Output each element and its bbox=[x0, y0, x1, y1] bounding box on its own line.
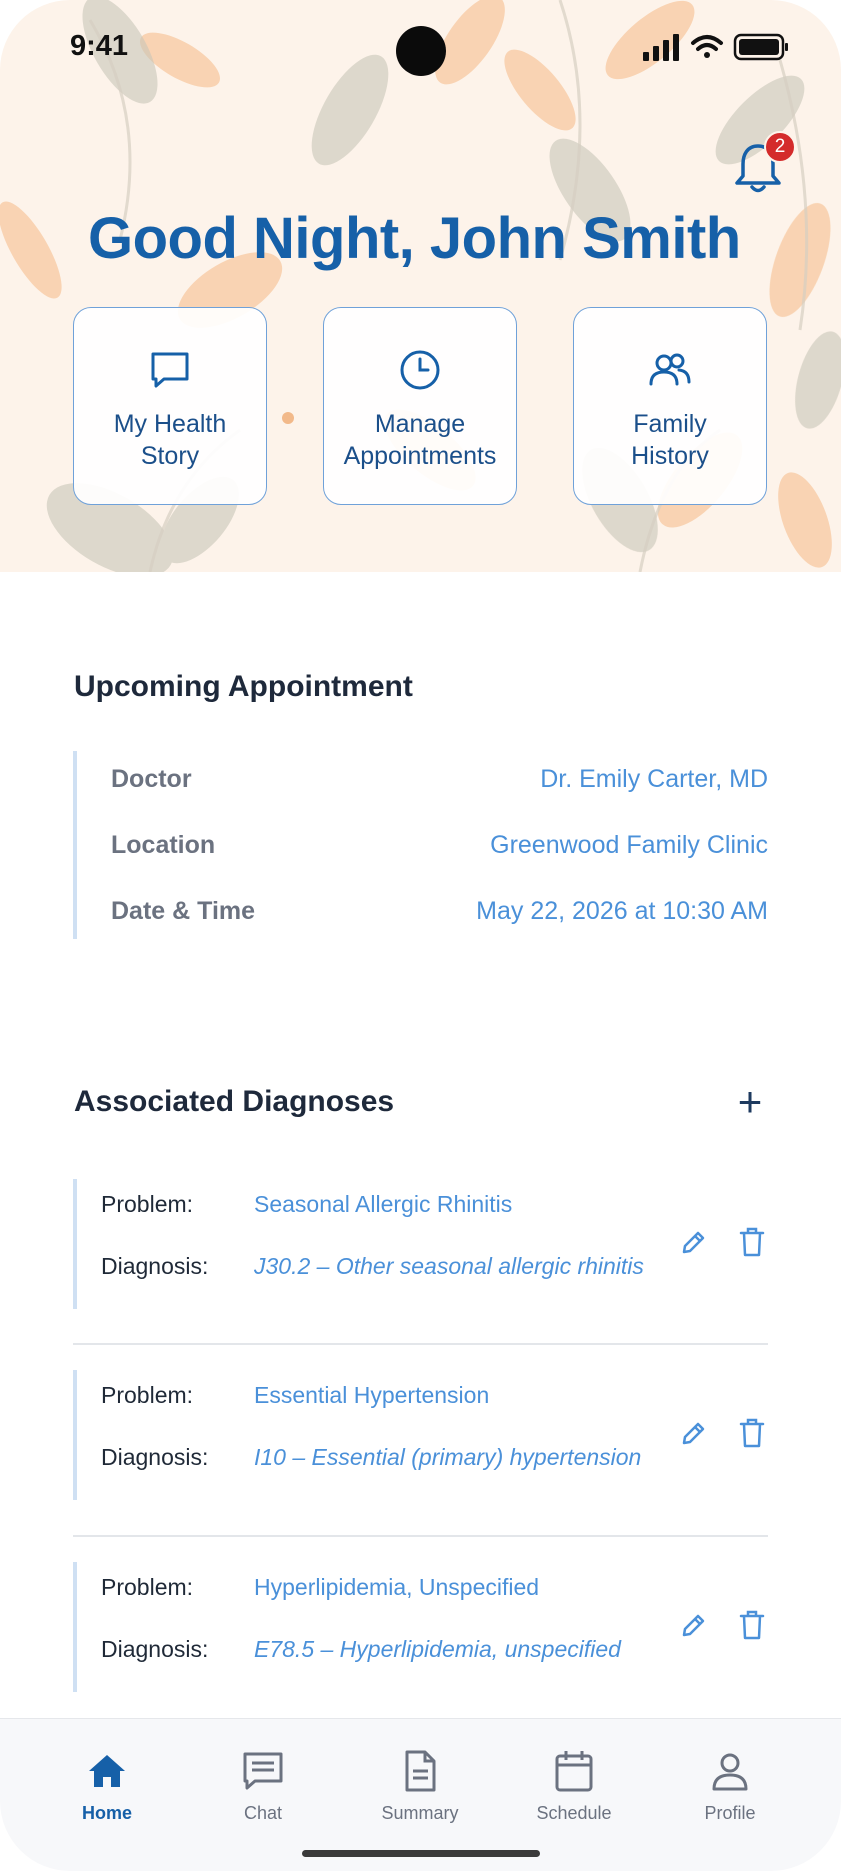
upcoming-appointment-heading: Upcoming Appointment bbox=[74, 670, 413, 703]
family-history-card[interactable]: Family History bbox=[573, 307, 767, 505]
nav-label: Summary bbox=[381, 1803, 459, 1823]
associated-diagnoses-heading: Associated Diagnoses bbox=[74, 1085, 395, 1118]
edit-icon[interactable] bbox=[679, 1612, 707, 1640]
problem-value: Hyperlipidemia, Unspecified bbox=[254, 1574, 540, 1600]
problem-label: Problem: bbox=[101, 1382, 194, 1408]
quick-action-label: Family History bbox=[631, 410, 709, 470]
nav-summary[interactable]: Summary bbox=[360, 1749, 480, 1824]
appointment-location-row: Location Greenwood Family Clinic bbox=[111, 825, 768, 865]
my-health-story-card[interactable]: My Health Story bbox=[73, 307, 267, 505]
chat-icon bbox=[243, 1752, 283, 1790]
status-bar: 9:41 bbox=[0, 0, 841, 96]
document-icon bbox=[405, 1750, 436, 1792]
appointment-doctor-row: Doctor Dr. Emily Carter, MD bbox=[111, 759, 768, 799]
users-icon bbox=[649, 353, 691, 386]
nav-label: Home bbox=[81, 1803, 132, 1823]
divider bbox=[73, 1343, 768, 1345]
appointment-label: Location bbox=[111, 830, 216, 859]
nav-label: Chat bbox=[243, 1803, 283, 1823]
manage-appointments-card[interactable]: Manage Appointments bbox=[323, 307, 517, 505]
status-time: 9:41 bbox=[70, 30, 129, 62]
person-icon bbox=[712, 1753, 748, 1791]
diagnosis-label: Diagnosis: bbox=[101, 1444, 209, 1470]
status-icons bbox=[643, 33, 788, 61]
diagnosis-value: I10 – Essential (primary) hypertension bbox=[254, 1444, 642, 1470]
problem-value: Essential Hypertension bbox=[254, 1382, 490, 1408]
bottom-navigation: Home Chat Summary Schedule Profile bbox=[0, 1718, 841, 1871]
diagnosis-label: Diagnosis: bbox=[101, 1253, 209, 1279]
appointment-value: Greenwood Family Clinic bbox=[490, 830, 768, 859]
diagnosis-item: Problem: Seasonal Allergic Rhinitis Diag… bbox=[73, 1179, 768, 1309]
appointment-label: Date & Time bbox=[111, 896, 256, 925]
diagnosis-label: Diagnosis: bbox=[101, 1636, 209, 1662]
nav-profile[interactable]: Profile bbox=[670, 1749, 790, 1824]
wifi-icon bbox=[691, 35, 723, 58]
header-hero: 9:41 2 Good Night, John Smith My Health … bbox=[0, 0, 841, 572]
appointment-value: Dr. Emily Carter, MD bbox=[540, 764, 768, 793]
calendar-icon bbox=[555, 1751, 593, 1792]
diagnosis-value: J30.2 – Other seasonal allergic rhinitis bbox=[254, 1253, 644, 1279]
chat-bubble-icon bbox=[151, 352, 189, 388]
add-diagnosis-button[interactable]: + bbox=[732, 1081, 768, 1123]
nav-home[interactable]: Home bbox=[47, 1749, 167, 1824]
battery-icon bbox=[733, 33, 788, 61]
camera-cutout bbox=[396, 26, 446, 76]
page-title: Good Night, John Smith bbox=[88, 206, 741, 271]
problem-label: Problem: bbox=[101, 1191, 194, 1217]
delete-icon[interactable] bbox=[739, 1418, 765, 1448]
phone-screen: 9:41 2 Good Night, John Smith My Health … bbox=[0, 0, 841, 1871]
appointment-value: May 22, 2026 at 10:30 AM bbox=[476, 896, 768, 925]
diagnosis-value: E78.5 – Hyperlipidemia, unspecified bbox=[254, 1636, 621, 1662]
nav-label: Schedule bbox=[536, 1803, 612, 1823]
divider bbox=[73, 1535, 768, 1537]
problem-value: Seasonal Allergic Rhinitis bbox=[254, 1191, 513, 1217]
edit-icon[interactable] bbox=[679, 1420, 707, 1448]
upcoming-appointment-card: Doctor Dr. Emily Carter, MD Location Gre… bbox=[73, 751, 768, 939]
signal-icon bbox=[643, 34, 679, 61]
appointment-label: Doctor bbox=[111, 764, 192, 793]
edit-icon[interactable] bbox=[679, 1229, 707, 1257]
nav-schedule[interactable]: Schedule bbox=[514, 1749, 634, 1824]
diagnosis-item: Problem: Essential Hypertension Diagnosi… bbox=[73, 1370, 768, 1500]
appointment-datetime-row: Date & Time May 22, 2026 at 10:30 AM bbox=[111, 891, 768, 931]
home-indicator[interactable] bbox=[302, 1850, 540, 1857]
notification-badge: 2 bbox=[764, 131, 796, 163]
quick-action-label: Manage Appointments bbox=[343, 410, 497, 470]
diagnosis-item: Problem: Hyperlipidemia, Unspecified Dia… bbox=[73, 1562, 768, 1692]
clock-icon bbox=[400, 350, 440, 390]
quick-action-label: My Health Story bbox=[113, 410, 227, 470]
nav-chat[interactable]: Chat bbox=[203, 1749, 323, 1824]
nav-label: Profile bbox=[704, 1803, 756, 1823]
delete-icon[interactable] bbox=[739, 1610, 765, 1640]
quick-actions: My Health Story Manage Appointments Fami… bbox=[73, 307, 768, 507]
delete-icon[interactable] bbox=[739, 1227, 765, 1257]
home-icon bbox=[89, 1755, 125, 1787]
problem-label: Problem: bbox=[101, 1574, 194, 1600]
